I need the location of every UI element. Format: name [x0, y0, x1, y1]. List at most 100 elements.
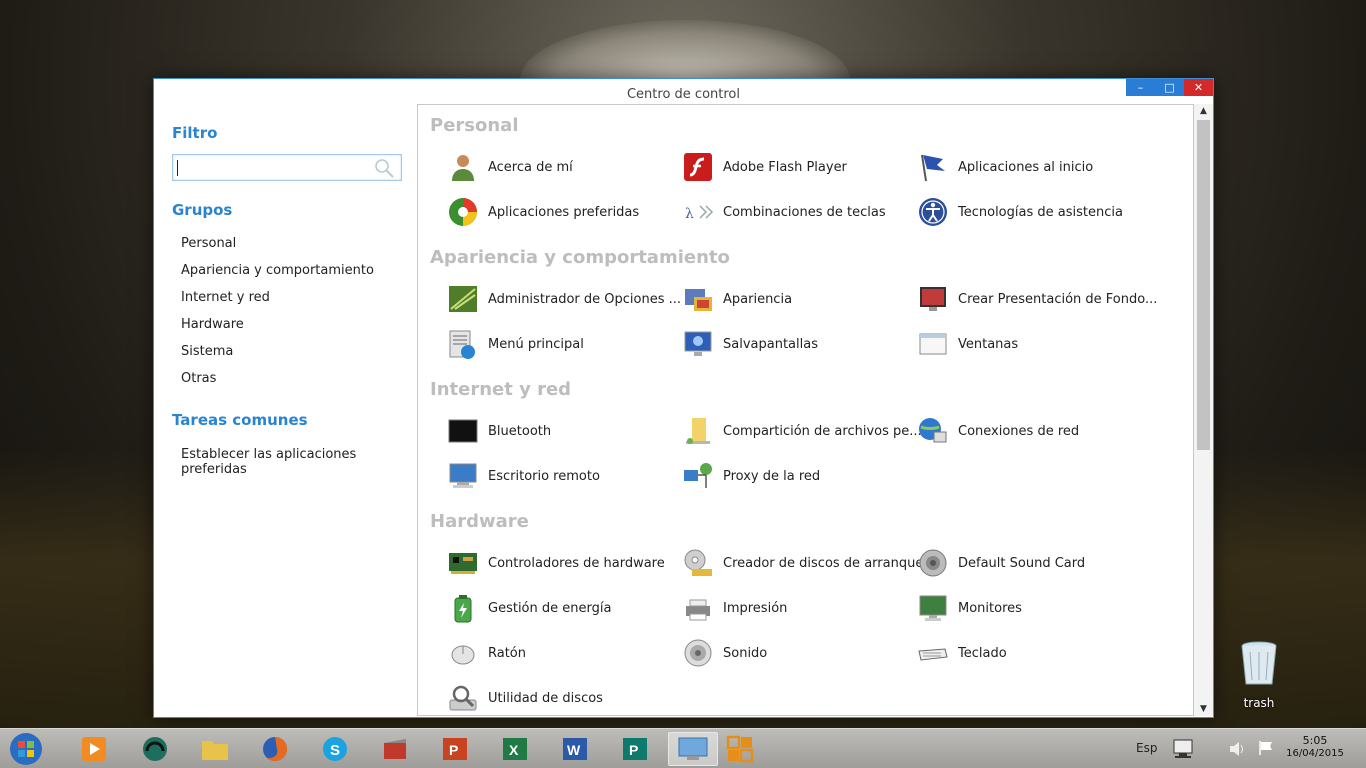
item-keyboard-shortcuts[interactable]: λ Combinaciones de teclas	[682, 195, 886, 229]
item-about-me[interactable]: Acerca de mí	[447, 150, 573, 184]
scroll-up-icon[interactable]: ▲	[1194, 104, 1213, 118]
scroll-thumb[interactable]	[1197, 120, 1210, 450]
clock-time: 5:05	[1302, 734, 1328, 747]
item-label: Combinaciones de teclas	[723, 204, 886, 220]
item-keyboard[interactable]: Teclado	[917, 636, 1007, 670]
item-remote-desktop[interactable]: Escritorio remoto	[447, 459, 600, 493]
appearance-icon	[685, 289, 712, 311]
video-editor-icon	[384, 739, 406, 759]
item-startup-apps[interactable]: Aplicaciones al inicio	[917, 150, 1093, 184]
start-button[interactable]	[6, 731, 46, 767]
close-button[interactable]: ✕	[1184, 79, 1213, 96]
taskbar-skype[interactable]: S	[317, 732, 353, 766]
taskbar-powerpoint[interactable]: P	[437, 732, 473, 766]
item-network-connections[interactable]: Conexiones de red	[917, 414, 1079, 448]
taskbar-publisher[interactable]: P	[617, 732, 653, 766]
filter-heading: Filtro	[172, 124, 218, 142]
sound-card-icon	[919, 549, 947, 577]
item-default-sound-card[interactable]: Default Sound Card	[917, 546, 1085, 580]
vertical-scrollbar[interactable]: ▲ ▼	[1194, 104, 1213, 716]
group-internet[interactable]: Internet y red	[181, 289, 374, 316]
group-appearance[interactable]: Apariencia y comportamiento	[181, 262, 374, 289]
window-controls: – □ ✕	[1126, 79, 1213, 96]
word-icon: W	[563, 738, 587, 760]
item-options-manager[interactable]: Administrador de Opciones ...	[447, 282, 681, 316]
item-screensaver[interactable]: Salvapantallas	[682, 327, 818, 361]
volume-icon[interactable]	[1228, 741, 1246, 757]
item-appearance[interactable]: Apariencia	[682, 282, 792, 316]
taskbar: S P X W P Esp 5:05 16/04/2015	[0, 728, 1366, 768]
item-main-menu[interactable]: Menú principal	[447, 327, 584, 361]
titlebar[interactable]: Centro de control – □ ✕	[154, 79, 1213, 104]
screensaver-icon	[684, 331, 712, 356]
control-center-window: Centro de control – □ ✕ Filtro Grupos Pe…	[153, 78, 1214, 718]
windows-icon	[919, 333, 947, 355]
taskbar-control-center[interactable]	[668, 732, 718, 766]
minimize-button[interactable]: –	[1126, 79, 1155, 96]
action-center-flag-icon[interactable]	[1258, 740, 1274, 756]
taskbar-file-manager[interactable]	[197, 732, 233, 766]
clock-date: 16/04/2015	[1286, 748, 1344, 759]
sidebar: Filtro Grupos Personal Apariencia y comp…	[154, 104, 417, 717]
item-label: Administrador de Opciones ...	[488, 291, 682, 307]
item-boot-disk-creator[interactable]: Creador de discos de arranque	[682, 546, 923, 580]
item-power-management[interactable]: Gestión de energía	[447, 591, 611, 625]
item-sound[interactable]: Sonido	[682, 636, 767, 670]
preferred-apps-icon	[449, 198, 477, 226]
item-disk-utility[interactable]: Utilidad de discos	[447, 681, 603, 715]
group-others[interactable]: Otras	[181, 370, 374, 397]
svg-text:P: P	[449, 742, 458, 758]
section-title-appearance: Apariencia y comportamiento	[430, 247, 730, 268]
maximize-button[interactable]: □	[1155, 79, 1184, 96]
trash-label: trash	[1243, 696, 1275, 710]
taskbar-firefox[interactable]	[257, 732, 293, 766]
clock[interactable]: 5:05 16/04/2015	[1280, 734, 1350, 760]
close-icon: ✕	[1193, 81, 1204, 94]
item-preferred-apps[interactable]: Aplicaciones preferidas	[447, 195, 639, 229]
groups-heading: Grupos	[172, 201, 233, 219]
item-bluetooth[interactable]: Bluetooth	[447, 414, 551, 448]
item-label: Ratón	[488, 645, 527, 661]
search-input[interactable]	[172, 154, 402, 181]
taskbar-excel[interactable]: X	[497, 732, 533, 766]
group-hardware[interactable]: Hardware	[181, 316, 374, 343]
desktop-trash[interactable]: trash	[1236, 640, 1282, 710]
item-flash-player[interactable]: Adobe Flash Player	[682, 150, 847, 184]
group-system[interactable]: Sistema	[181, 343, 374, 370]
task-set-preferred-apps[interactable]: Establecer las aplicaciones preferidas	[181, 447, 417, 477]
file-manager-icon	[202, 741, 228, 760]
language-indicator[interactable]: Esp	[1136, 741, 1157, 755]
item-hardware-drivers[interactable]: Controladores de hardware	[447, 546, 665, 580]
item-background-slideshow[interactable]: Crear Presentación de Fondo...	[917, 282, 1157, 316]
content-panel: Personal Acerca de mí Adobe Flash Player…	[417, 104, 1194, 716]
flag-icon	[921, 154, 945, 182]
skype-icon: S	[323, 737, 347, 761]
taskbar-media-player[interactable]	[76, 732, 112, 766]
taskbar-tiles[interactable]	[722, 732, 758, 766]
item-network-proxy[interactable]: Proxy de la red	[682, 459, 820, 493]
search-icon	[375, 159, 394, 178]
item-accessibility[interactable]: Tecnologías de asistencia	[917, 195, 1123, 229]
scroll-down-icon[interactable]: ▼	[1194, 702, 1213, 716]
taskbar-word[interactable]: W	[557, 732, 593, 766]
item-label: Creador de discos de arranque	[723, 555, 924, 571]
taskbar-headphones[interactable]	[137, 732, 173, 766]
item-label: Acerca de mí	[488, 159, 573, 175]
minimize-icon: –	[1137, 81, 1144, 94]
svg-text:S: S	[330, 742, 340, 759]
file-sharing-icon	[686, 418, 710, 444]
item-mouse[interactable]: Ratón	[447, 636, 526, 670]
tiles-icon	[726, 735, 754, 763]
item-file-sharing[interactable]: Compartición de archivos pe...	[682, 414, 922, 448]
item-windows[interactable]: Ventanas	[917, 327, 1018, 361]
item-monitors[interactable]: Monitores	[917, 591, 1022, 625]
section-title-internet: Internet y red	[430, 379, 572, 400]
item-printing[interactable]: Impresión	[682, 591, 787, 625]
svg-text:P: P	[629, 742, 638, 758]
power-management-icon	[454, 595, 472, 623]
network-icon[interactable]	[1170, 738, 1196, 760]
network-connections-icon	[919, 418, 947, 443]
group-personal[interactable]: Personal	[181, 235, 374, 262]
item-label: Aplicaciones preferidas	[488, 204, 640, 220]
taskbar-video-editor[interactable]	[377, 732, 413, 766]
